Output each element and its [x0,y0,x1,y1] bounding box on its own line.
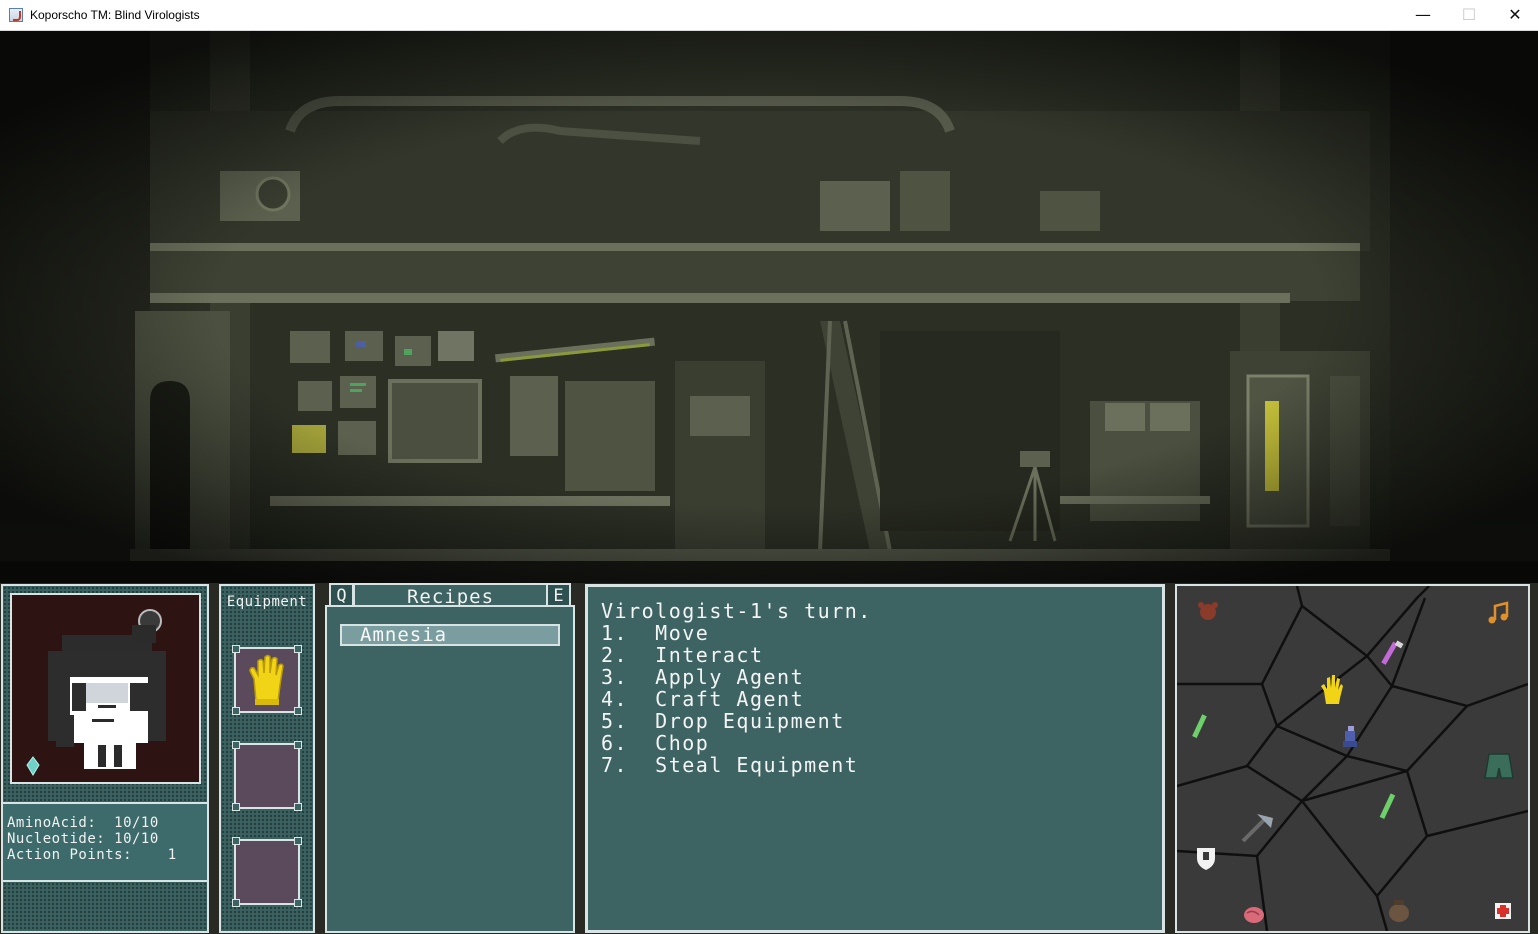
menu-option-craft-agent[interactable]: 4. Craft Agent [601,688,1162,710]
voronoi-map [1177,586,1528,931]
window-title: Koporscho TM: Blind Virologists [30,8,200,22]
map-item-brain-icon[interactable] [1244,907,1264,923]
menu-option-move[interactable]: 1. Move [601,622,1162,644]
equipment-slot-2[interactable] [232,741,302,811]
character-panel: AminoAcid: 10/10 Nucleotide: 10/10 Actio… [1,584,209,933]
laboratory-background [0,31,1538,583]
nucleotide-stat: Nucleotide: 10/10 [7,831,159,847]
lab-scene [0,31,1538,583]
menu-option-interact[interactable]: 2. Interact [601,644,1162,666]
maximize-button[interactable]: ☐ [1446,0,1492,30]
virologist-avatar-icon [26,609,166,776]
minimap[interactable] [1175,584,1530,933]
close-button[interactable]: ✕ [1492,0,1538,30]
amino-acid-stat: AminoAcid: 10/10 [7,815,159,831]
recipe-item-amnesia[interactable]: Amnesia [340,624,560,646]
java-app-icon [9,8,23,22]
minimize-button[interactable]: — [1400,0,1446,30]
menu-option-chop[interactable]: 6. Chop [601,732,1162,754]
action-points-stat: Action Points: 1 [7,847,177,863]
recipes-panel: Amnesia [325,605,575,933]
virologist-portrait [10,593,201,784]
equipment-slot-1[interactable] [232,645,302,715]
title-bar: Koporscho TM: Blind Virologists — ☐ ✕ [0,0,1538,31]
equipment-panel: Equipment [219,584,315,933]
menu-option-apply-agent[interactable]: 3. Apply Agent [601,666,1162,688]
menu-option-steal-equipment[interactable]: 7. Steal Equipment [601,754,1162,776]
turn-menu: Virologist-1's turn. 1. Move 2. Interact… [585,584,1165,933]
glove-icon [249,654,284,705]
equipment-slot-3[interactable] [232,837,302,907]
equipment-title: Equipment [226,594,308,610]
menu-option-drop-equipment[interactable]: 5. Drop Equipment [601,710,1162,732]
turn-header: Virologist-1's turn. [601,599,872,623]
map-item-first-aid-icon[interactable] [1495,903,1511,919]
stats-box: AminoAcid: 10/10 Nucleotide: 10/10 Actio… [3,802,207,882]
hud: AminoAcid: 10/10 Nucleotide: 10/10 Actio… [0,583,1538,934]
